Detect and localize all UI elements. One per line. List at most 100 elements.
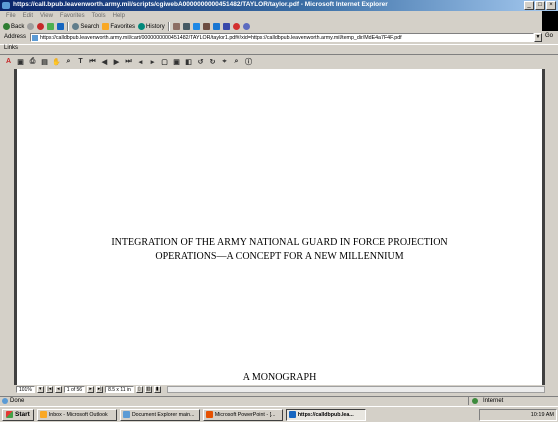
page-size: 8.5 x 11 in xyxy=(105,386,134,393)
address-dropdown-button[interactable]: ▼ xyxy=(534,33,542,42)
menu-file[interactable]: File xyxy=(6,11,16,21)
facing-icon[interactable]: ▮ xyxy=(153,386,161,393)
previous-view-icon[interactable]: ◂ xyxy=(136,57,145,66)
status-page-icon xyxy=(2,398,8,404)
task-document-explorer[interactable]: Document Explorer main... xyxy=(119,408,200,421)
discuss-icon[interactable] xyxy=(202,23,210,30)
zone-label: Internet xyxy=(483,398,504,404)
print-icon[interactable]: ⎙ xyxy=(28,57,37,66)
search-icon xyxy=(72,23,80,30)
document-title-line-2: OPERATIONS—A CONCEPT FOR A NEW MILLENNIU… xyxy=(155,251,404,262)
single-page-icon[interactable]: ▯ xyxy=(135,386,143,393)
first-page-button[interactable]: |◂ xyxy=(45,386,53,393)
menu-view[interactable]: View xyxy=(40,11,53,21)
menu-bar: File Edit View Favorites Tools Help xyxy=(0,11,558,21)
continuous-icon[interactable]: ▥ xyxy=(144,386,152,393)
menu-favorites[interactable]: Favorites xyxy=(60,11,85,21)
divider xyxy=(67,22,70,31)
outlook-icon xyxy=(39,411,47,418)
previous-page-icon[interactable]: ◀ xyxy=(100,57,109,66)
next-page-icon[interactable]: ▶ xyxy=(112,57,121,66)
navigation-pane-icon[interactable]: ▤ xyxy=(40,57,49,66)
address-input[interactable]: https://calldbpub.leavenworth.army.mil/c… xyxy=(30,33,534,42)
window-title: https://call.bpub.leavenworth.army.mil/s… xyxy=(13,1,388,8)
forward-button[interactable] xyxy=(27,23,35,30)
last-page-button[interactable]: ▸| xyxy=(96,386,104,393)
maximize-button[interactable]: □ xyxy=(535,1,545,10)
explorer-icon xyxy=(122,411,130,418)
links-label[interactable]: Links xyxy=(4,45,18,51)
rotate-left-icon[interactable]: ↺ xyxy=(196,57,205,66)
favorites-icon xyxy=(102,23,110,30)
zoom-tool-icon[interactable]: ⌕ xyxy=(64,57,73,66)
media-icon[interactable] xyxy=(232,23,240,30)
task-powerpoint[interactable]: Microsoft PowerPoint - [... xyxy=(202,408,283,421)
home-icon[interactable] xyxy=(57,23,65,30)
windows-logo-box xyxy=(542,11,558,31)
edit-icon[interactable] xyxy=(192,23,200,30)
minimize-button[interactable]: _ xyxy=(524,1,534,10)
refresh-icon[interactable] xyxy=(47,23,55,30)
zoom-level[interactable]: 101% xyxy=(16,386,35,393)
text-select-icon[interactable]: T xyxy=(76,57,85,66)
next-view-icon[interactable]: ▸ xyxy=(148,57,157,66)
search-button[interactable]: Search xyxy=(72,23,99,30)
page-icon xyxy=(32,35,38,41)
messenger-icon[interactable] xyxy=(212,23,220,30)
menu-tools[interactable]: Tools xyxy=(92,11,106,21)
back-arrow-icon xyxy=(3,23,10,30)
stop-icon[interactable] xyxy=(37,23,45,30)
powerpoint-icon xyxy=(205,411,213,418)
menu-help[interactable]: Help xyxy=(113,11,125,21)
save-icon[interactable]: ▣ xyxy=(16,57,25,66)
address-bar: Address https://calldbpub.leavenworth.ar… xyxy=(0,33,558,43)
search-icon[interactable]: ⌕ xyxy=(232,57,241,66)
research-icon[interactable] xyxy=(222,23,230,30)
clock[interactable]: 10:19 AM xyxy=(531,412,554,418)
close-button[interactable]: × xyxy=(546,1,556,10)
address-label: Address xyxy=(4,34,27,40)
last-page-icon[interactable]: ⏭ xyxy=(124,57,133,66)
first-page-icon[interactable]: ⏮ xyxy=(88,57,97,66)
user-icon[interactable] xyxy=(242,23,250,30)
mail-icon[interactable] xyxy=(172,23,180,30)
fit-width-icon[interactable]: ◧ xyxy=(184,57,193,66)
zoom-dropdown-icon[interactable]: ▾ xyxy=(36,386,44,393)
fit-page-icon[interactable]: ▣ xyxy=(172,57,181,66)
windows-flag-icon xyxy=(6,411,13,418)
ie-icon xyxy=(288,411,296,418)
page-indicator[interactable]: 1 of 56 xyxy=(63,386,86,393)
task-browser[interactable]: https://calldbpub.lea... xyxy=(285,408,366,421)
document-title-line-1: INTEGRATION OF THE ARMY NATIONAL GUARD I… xyxy=(111,237,448,248)
menu-edit[interactable]: Edit xyxy=(23,11,33,21)
ie-icon xyxy=(2,2,10,9)
info-icon[interactable]: ⓘ xyxy=(244,57,253,66)
vertical-scrollbar[interactable] xyxy=(545,69,558,385)
start-button[interactable]: Start xyxy=(2,408,34,421)
back-button[interactable]: Back xyxy=(3,23,24,30)
status-text: Done xyxy=(10,398,25,404)
favorites-button[interactable]: Favorites xyxy=(102,23,135,30)
acrobat-toolbar: A ▣ ⎙ ▤ ✋ ⌕ T ⏮ ◀ ▶ ⏭ ◂ ▸ ▢ ▣ ◧ ↺ ↻ ⌖ ⌕ … xyxy=(0,54,558,68)
history-button[interactable]: History xyxy=(138,23,165,30)
horizontal-scrollbar[interactable] xyxy=(166,386,545,393)
print-icon[interactable] xyxy=(182,23,190,30)
globe-icon xyxy=(472,398,478,404)
find-icon[interactable]: ⌖ xyxy=(220,57,229,66)
previous-page-button[interactable]: ◂ xyxy=(54,386,62,393)
task-outlook[interactable]: Inbox - Microsoft Outlook xyxy=(36,408,117,421)
next-page-button[interactable]: ▸ xyxy=(87,386,95,393)
divider xyxy=(167,22,170,31)
security-zone: Internet xyxy=(468,397,556,405)
actual-size-icon[interactable]: ▢ xyxy=(160,57,169,66)
links-bar: Links xyxy=(0,44,558,53)
pdf-page: INTEGRATION OF THE ARMY NATIONAL GUARD I… xyxy=(14,69,545,385)
forward-arrow-icon xyxy=(27,23,35,30)
viewer-status-bar: 101% ▾ |◂ ◂ 1 of 56 ▸ ▸| 8.5 x 11 in ▯ ▥… xyxy=(14,385,545,394)
go-button[interactable]: Go xyxy=(545,33,553,39)
acrobat-logo-icon: A xyxy=(5,58,12,65)
rotate-right-icon[interactable]: ↻ xyxy=(208,57,217,66)
taskbar: Start Inbox - Microsoft Outlook Document… xyxy=(0,406,558,422)
left-panel xyxy=(0,69,14,385)
hand-tool-icon[interactable]: ✋ xyxy=(52,57,61,66)
